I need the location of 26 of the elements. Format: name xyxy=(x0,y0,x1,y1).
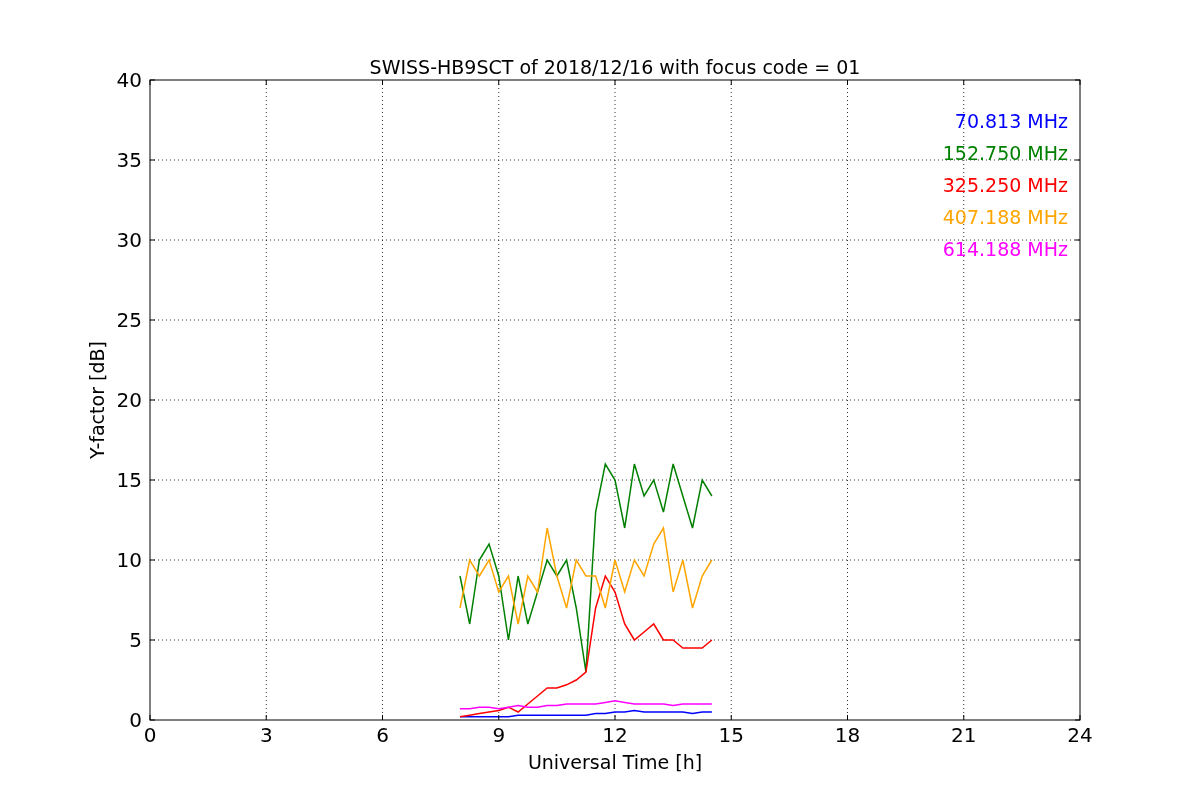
x-tick-label: 6 xyxy=(376,723,389,747)
legend-entry: 152.750 MHz xyxy=(942,142,1068,164)
y-tick-label: 15 xyxy=(116,468,142,492)
x-tick-label: 3 xyxy=(259,723,273,747)
x-tick-label: 21 xyxy=(951,723,977,747)
legend-entry: 325.250 MHz xyxy=(942,174,1068,196)
x-axis-label: Universal Time [h] xyxy=(527,751,703,773)
x-tick-label: 15 xyxy=(718,723,744,747)
legend-entry: 70.813 MHz xyxy=(954,110,1068,132)
y-axis-label: Y-factor [dB] xyxy=(86,341,108,459)
x-tick-label: 24 xyxy=(1067,723,1093,747)
y-tick-label: 0 xyxy=(129,708,142,732)
y-tick-label: 35 xyxy=(116,148,142,172)
x-tick-label: 9 xyxy=(492,723,506,747)
legend-entry: 614.188 MHz xyxy=(942,238,1068,260)
y-tick-label: 30 xyxy=(116,228,142,252)
x-tick-label: 18 xyxy=(834,723,861,747)
y-tick-label: 10 xyxy=(116,548,142,572)
y-tick-label: 25 xyxy=(116,308,142,332)
chart-title: SWISS-HB9SCT of 2018/12/16 with focus code = 01 xyxy=(369,56,861,78)
x-tick-label: 12 xyxy=(602,723,628,747)
y-tick-label: 40 xyxy=(116,68,142,92)
y-tick-label: 5 xyxy=(129,628,142,652)
x-tick-label: 0 xyxy=(143,723,157,747)
legend-entry: 407.188 MHz xyxy=(942,206,1068,228)
y-tick-label: 20 xyxy=(116,388,142,412)
